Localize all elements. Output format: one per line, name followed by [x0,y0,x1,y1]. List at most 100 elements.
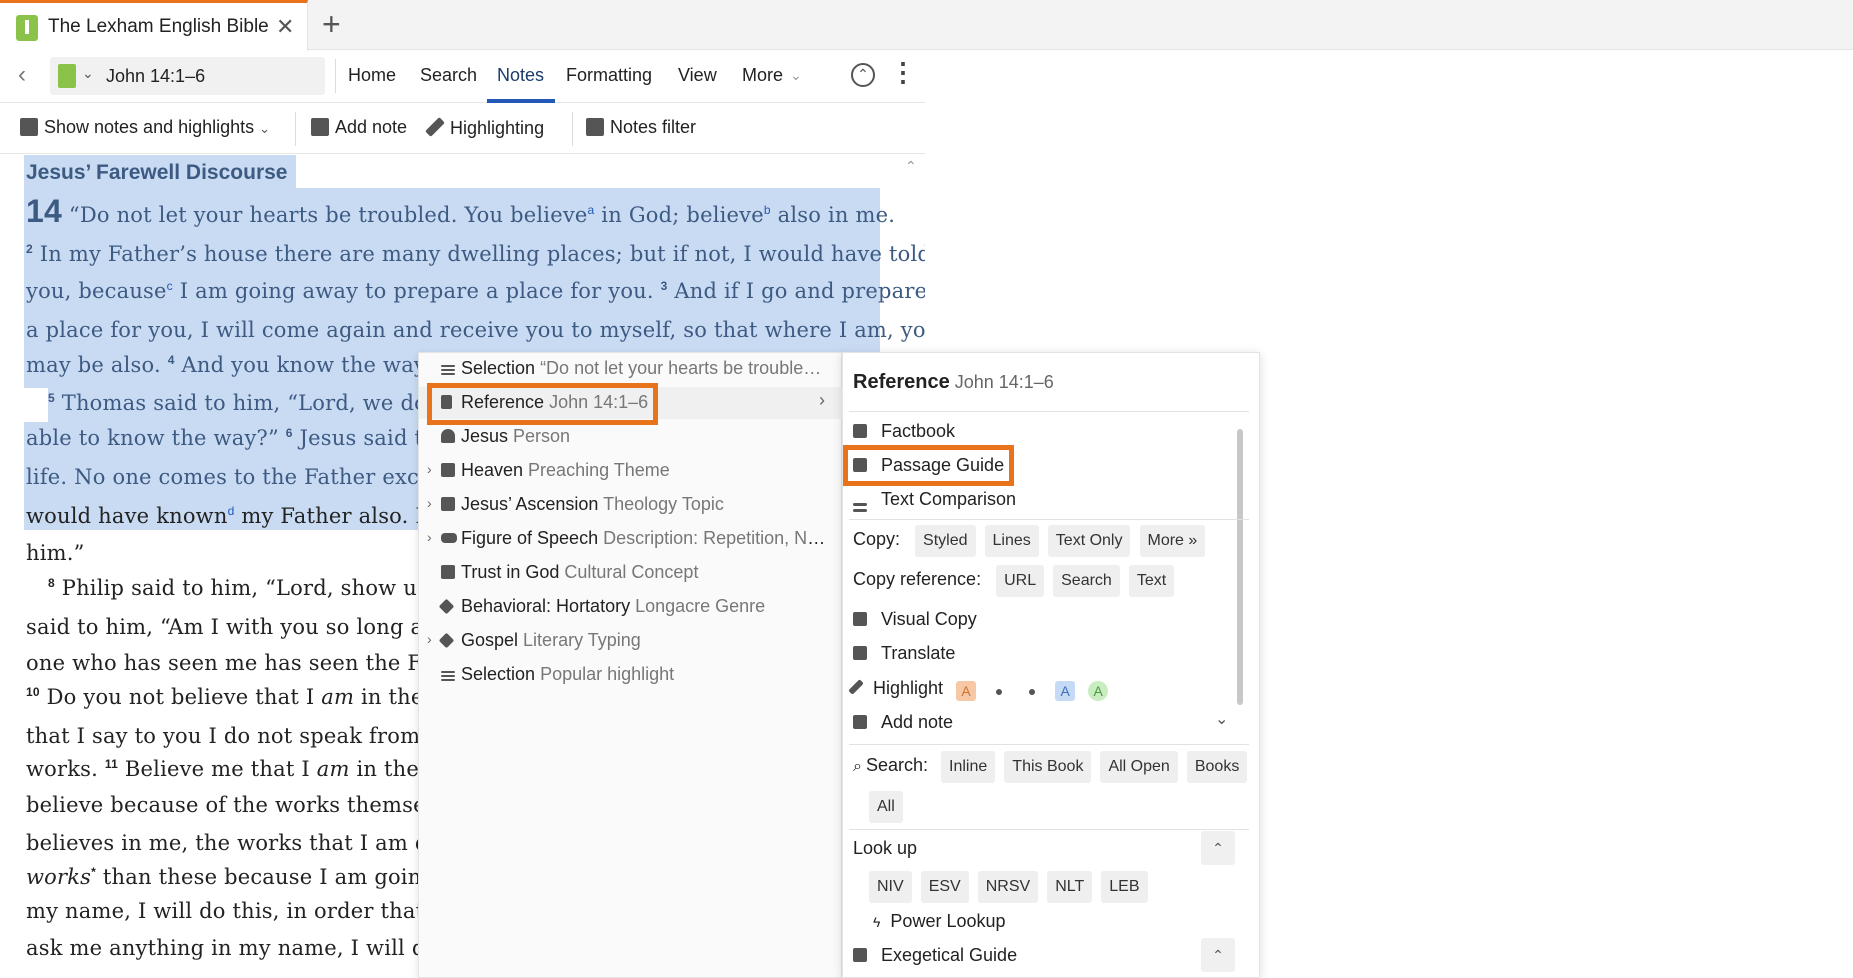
section-heading: Jesus’ Farewell Discourse [26,161,288,184]
reference-submenu: Reference John 14:1–6 Factbook Passage G… [842,352,1260,978]
lookup-esv-button[interactable]: ESV [920,871,969,903]
show-notes-button[interactable]: Show notes and highlights ⌄ [20,117,270,138]
chevron-down-icon[interactable]: ⌄ [790,67,802,84]
menu-item-jesus-ascension[interactable]: › Jesus’ Ascension Theology Topic [419,489,843,521]
exegetical-guide-item[interactable]: Exegetical Guide [853,945,1017,966]
tab-lexham-english-bible[interactable]: The Lexham English Bible ✕ [0,0,308,51]
look-up-heading: Look up [853,838,918,858]
chevron-down-icon[interactable]: ⌄ [1215,709,1228,729]
menu-item-heaven[interactable]: › Heaven Preaching Theme [419,455,843,487]
chevron-down-icon: ⌄ [259,121,271,136]
chevron-right-icon[interactable]: › [427,495,432,511]
exegetical-guide-icon [853,948,867,962]
bible-icon[interactable] [58,64,76,88]
highlighting-button[interactable]: Highlighting [425,117,544,139]
selection-gap [24,388,48,422]
verse-line: him.” [26,541,85,565]
verse-line: 2 In my Father’s house there are many dw… [26,242,925,266]
menu-item-figure-of-speech[interactable]: › Figure of Speech Description: Repetiti… [419,523,843,555]
menu-item-label: Behavioral: Hortatory [461,596,631,616]
scrollbar[interactable] [1237,429,1243,705]
search-this-book-button[interactable]: This Book [1004,751,1092,783]
menu-item-popular-highlight[interactable]: Selection Popular highlight [419,659,843,691]
menu-item-behavioral-hortatory[interactable]: Behavioral: Hortatory Longacre Genre [419,591,843,623]
menu-notes[interactable]: Notes [497,65,544,86]
search-inline-button[interactable]: Inline [941,751,996,783]
person-icon[interactable]: ● [1022,681,1042,701]
verse-text: am [321,685,355,709]
chevron-right-icon[interactable]: › [427,529,432,545]
scroll-up-icon[interactable]: ⌃ [905,158,917,175]
translate-item[interactable]: Translate [853,643,955,664]
factbook-item[interactable]: Factbook [853,421,955,442]
close-icon[interactable]: ✕ [276,14,294,40]
copy-styled-button[interactable]: Styled [915,525,976,557]
lookup-niv-button[interactable]: NIV [869,871,912,903]
verse-line: works* than these because I am going [26,865,435,889]
copy-text-only-button[interactable]: Text Only [1047,525,1131,557]
chevron-down-icon[interactable]: ⌄ [82,65,94,82]
menu-item-label: Jesus [461,426,509,446]
collapse-exegetical-guide-button[interactable]: ⌃ [1201,938,1235,972]
menu-item-label: Trust in God [461,562,560,582]
menu-item-gospel[interactable]: › Gospel Literary Typing [419,625,843,657]
menu-more[interactable]: More [742,65,783,86]
menu-search[interactable]: Search [420,65,477,86]
lookup-leb-button[interactable]: LEB [1101,871,1148,903]
verse-text: am [316,757,350,781]
verse-number: 8 [48,576,55,590]
menu-home[interactable]: Home [348,65,396,86]
menu-item-jesus[interactable]: Jesus Person [419,421,843,453]
visual-copy-label: Visual Copy [881,609,977,629]
passage-guide-item[interactable]: Passage Guide [853,455,1004,476]
visual-copy-item[interactable]: Visual Copy [853,609,977,630]
menu-view[interactable]: View [678,65,717,86]
add-note-button[interactable]: Add note [311,117,407,138]
verse-line: believe because of the works themsel [26,793,433,817]
menu-item-sub: Person [508,426,571,446]
text-comparison-item[interactable]: Text Comparison [853,489,1016,510]
search-books-button[interactable]: Books [1186,751,1248,783]
copy-lines-button[interactable]: Lines [984,525,1039,557]
chevron-right-icon[interactable]: › [427,461,432,477]
verse-text: In my Father’s house there are many dwel… [32,242,925,266]
power-lookup-item[interactable]: ϟ Power Lookup [873,911,1006,932]
lookup-nrsv-button[interactable]: NRSV [977,871,1039,903]
copy-ref-text-button[interactable]: Text [1128,565,1175,597]
more-options-icon[interactable]: ⋮ [890,57,916,87]
verse-line: ask me anything in my name, I will do i [26,936,453,960]
search-all-open-button[interactable]: All Open [1100,751,1178,783]
reference-box[interactable]: ⌄ John 14:1–6 [50,57,325,95]
highlight-green-option[interactable]: A [1088,681,1109,701]
copy-ref-search-button[interactable]: Search [1053,565,1120,597]
menu-item-trust-in-god[interactable]: Trust in God Cultural Concept [419,557,843,589]
copy-more-button[interactable]: More » [1139,525,1206,557]
add-note-item[interactable]: Add note [853,712,953,733]
add-tab-icon[interactable]: + [322,6,341,43]
collapse-look-up-button[interactable]: ⌃ [1201,831,1235,865]
chevron-right-icon[interactable]: › [427,631,432,647]
highlight-orange-option[interactable]: A [956,681,977,701]
collapse-icon[interactable]: ⌃ [851,63,875,87]
verse-line: works. 11 Believe me that I am in the [26,757,419,781]
copy-ref-url-button[interactable]: URL [996,565,1045,597]
reference-highlight-box [427,383,658,425]
verse-line: one who has seen me has seen the Fat [26,651,443,675]
verse-line: that I say to you I do not speak from m [26,724,448,748]
back-icon[interactable]: ‹ [18,61,26,89]
highlight-blue-option[interactable]: A [1055,681,1076,701]
verse-text: Jesus said to [292,426,436,450]
tab-bar: The Lexham English Bible ✕ + [0,0,1853,51]
menu-item-selection[interactable]: Selection “Do not let your hearts be tro… [419,353,843,385]
notes-filter-button[interactable]: Notes filter [586,117,696,138]
verse-text: I am going away to prepare a place for y… [172,279,661,303]
person-icon[interactable]: ● [989,681,1009,701]
reference-input[interactable]: John 14:1–6 [106,66,205,87]
verse-line: would have knownd my Father also. F [26,504,430,528]
highlight-row[interactable]: Highlight A ● ● A A [848,678,1109,701]
text-comparison-label: Text Comparison [881,489,1017,509]
search-all-button[interactable]: All [869,791,903,823]
lookup-nlt-button[interactable]: NLT [1047,871,1093,903]
footnote-marker[interactable]: b [764,203,771,217]
menu-formatting[interactable]: Formatting [566,65,652,86]
